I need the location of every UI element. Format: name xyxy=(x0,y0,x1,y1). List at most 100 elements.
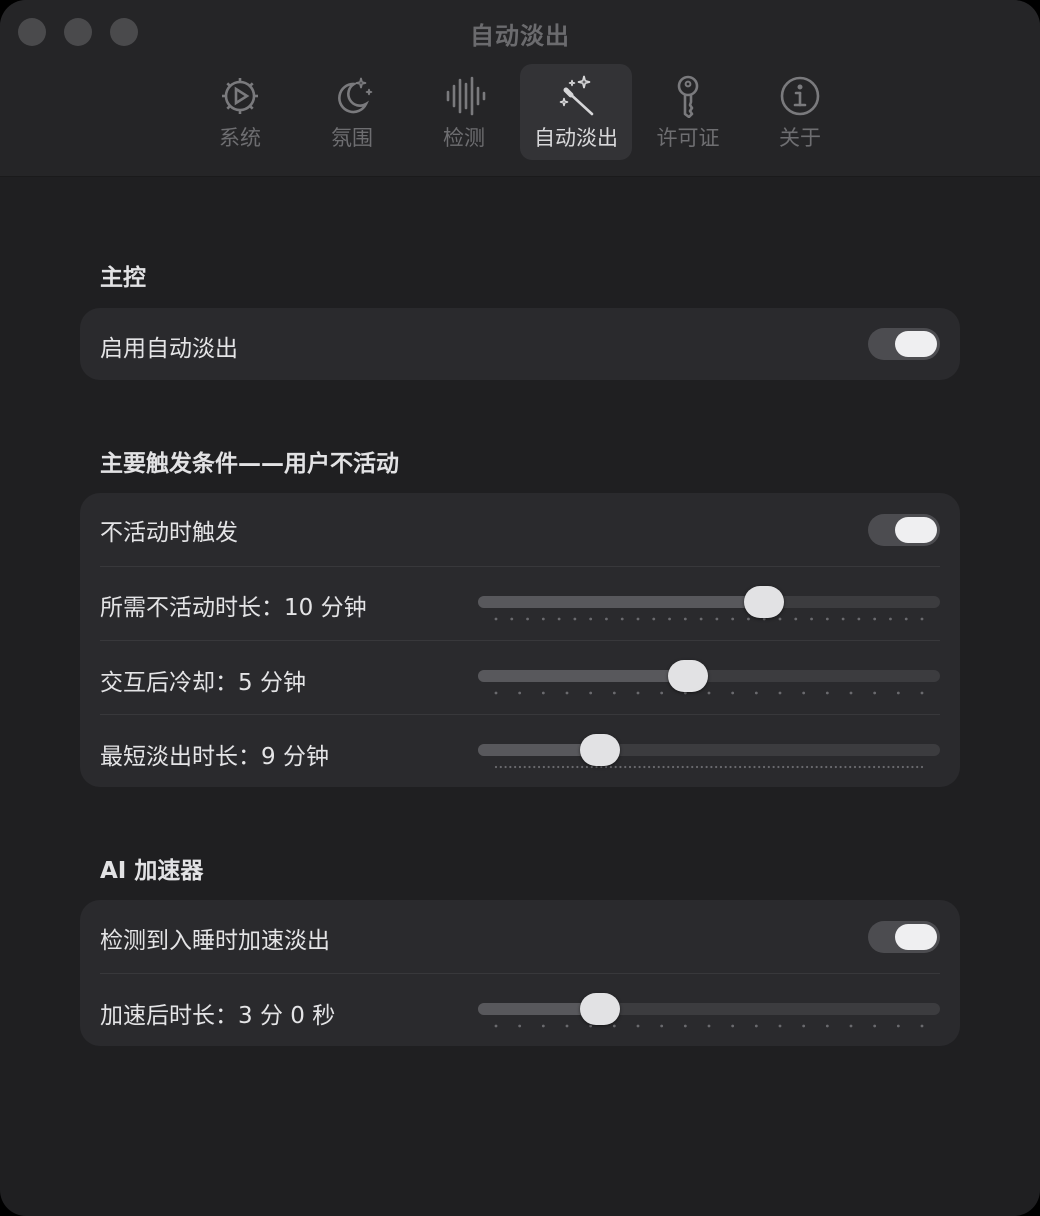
slider-tick xyxy=(523,765,526,769)
slider-tick xyxy=(589,691,593,695)
slider-tick xyxy=(849,691,853,695)
slider-tick xyxy=(731,691,735,695)
slider-tick xyxy=(715,765,718,769)
slider-tick xyxy=(762,765,766,769)
tab-license[interactable]: 许可证 xyxy=(632,64,744,160)
inactive-trigger-toggle[interactable] xyxy=(868,514,940,546)
cooldown-slider[interactable] xyxy=(478,656,940,696)
slider-tick xyxy=(920,691,924,695)
slider-tick xyxy=(533,765,536,769)
tab-label: 检测 xyxy=(443,126,485,150)
slider-tick xyxy=(758,765,761,769)
slider-tick xyxy=(882,765,885,769)
sleep-accelerate-toggle[interactable] xyxy=(868,921,940,953)
slider-tick xyxy=(825,1024,829,1028)
slider-tick xyxy=(565,691,569,695)
slider-tick xyxy=(565,1024,569,1028)
settings-window: 自动淡出 系统 氛围 检测 自动淡出 许可证 关于 主控 启用自动淡出 主要触发… xyxy=(0,0,1040,1216)
slider-tick xyxy=(889,617,892,621)
slider-tick xyxy=(667,765,670,769)
slider-tick xyxy=(605,617,608,621)
slider-tick xyxy=(786,765,790,769)
slider-tick xyxy=(802,1024,806,1028)
slider-tick xyxy=(494,1024,498,1028)
slider-tick xyxy=(528,765,531,769)
slider-tick xyxy=(710,765,713,769)
slider-tick xyxy=(624,765,627,769)
slider-tick xyxy=(767,765,770,769)
slider-tick xyxy=(920,1024,924,1028)
tab-system[interactable]: 系统 xyxy=(184,64,296,160)
slider-tick xyxy=(518,765,522,769)
slider-tick xyxy=(636,1024,640,1028)
tab-ambience[interactable]: 氛围 xyxy=(296,64,408,160)
slider-tick xyxy=(724,765,727,769)
slider-tick xyxy=(604,765,608,769)
slider-tick xyxy=(904,617,908,621)
slider-tick xyxy=(619,765,622,769)
slider-tick xyxy=(557,617,561,621)
slider-tick xyxy=(858,765,861,769)
slider-tick xyxy=(699,617,703,621)
slider-tick xyxy=(672,765,675,769)
tab-detection[interactable]: 检测 xyxy=(408,64,520,160)
slider-tick xyxy=(801,765,804,769)
row-divider xyxy=(100,714,940,715)
slider-tick xyxy=(754,691,758,695)
slider-ticks xyxy=(494,691,924,695)
min-fade-duration-slider[interactable] xyxy=(478,730,940,770)
tab-label: 自动淡出 xyxy=(534,126,618,150)
slider-tick xyxy=(834,765,837,769)
slider-tick xyxy=(873,1024,877,1028)
slider-tick xyxy=(896,765,900,769)
tab-auto-fade[interactable]: 自动淡出 xyxy=(520,64,632,160)
slider-tick xyxy=(747,617,750,621)
slider-tick xyxy=(636,617,640,621)
accelerated-duration-slider[interactable] xyxy=(478,989,940,1029)
slider-tick xyxy=(887,765,890,769)
slider-tick xyxy=(844,765,847,769)
tab-label: 关于 xyxy=(779,126,821,150)
slider-thumb[interactable] xyxy=(580,734,621,766)
slider-tick xyxy=(668,617,671,621)
slider-tick xyxy=(806,765,809,769)
slider-tick xyxy=(892,765,895,769)
slider-tick xyxy=(841,617,845,621)
slider-tick xyxy=(541,691,545,695)
row-divider xyxy=(100,566,940,567)
enable-auto-fade-toggle[interactable] xyxy=(868,328,940,360)
slider-tick xyxy=(825,691,829,695)
slider-tick xyxy=(676,765,679,769)
slider-tick xyxy=(537,765,541,769)
tab-about[interactable]: 关于 xyxy=(744,64,856,160)
slider-tick xyxy=(657,765,660,769)
slider-tick xyxy=(686,765,689,769)
toolbar: 自动淡出 系统 氛围 检测 自动淡出 许可证 关于 xyxy=(0,0,1040,177)
slider-tick xyxy=(660,691,664,695)
tab-label: 氛围 xyxy=(331,126,373,150)
info-icon xyxy=(780,76,820,116)
slider-tick xyxy=(911,765,914,769)
slider-ticks xyxy=(494,1024,924,1028)
slider-tick xyxy=(743,765,746,769)
slider-tick xyxy=(585,765,589,769)
slider-tick xyxy=(794,617,798,621)
toggle-knob xyxy=(895,924,937,950)
slider-tick xyxy=(518,691,522,695)
inactive-duration-slider[interactable] xyxy=(478,582,940,622)
slider-tick xyxy=(589,617,593,621)
slider-thumb[interactable] xyxy=(667,660,708,692)
slider-thumb[interactable] xyxy=(580,993,621,1025)
slider-thumb[interactable] xyxy=(744,586,785,618)
section-title-ai-accelerator: AI 加速器 xyxy=(100,858,204,884)
slider-tick xyxy=(566,765,569,769)
slider-tick xyxy=(810,765,814,769)
slider-tick xyxy=(772,765,775,769)
slider-tick xyxy=(820,765,823,769)
slider-tick xyxy=(504,765,507,769)
slider-tick xyxy=(810,617,813,621)
slider-tick xyxy=(683,1024,687,1028)
slider-tick xyxy=(707,691,711,695)
slider-tick xyxy=(547,765,550,769)
accelerated-duration-label: 加速后时长：3 分 0 秒 xyxy=(100,1003,336,1029)
